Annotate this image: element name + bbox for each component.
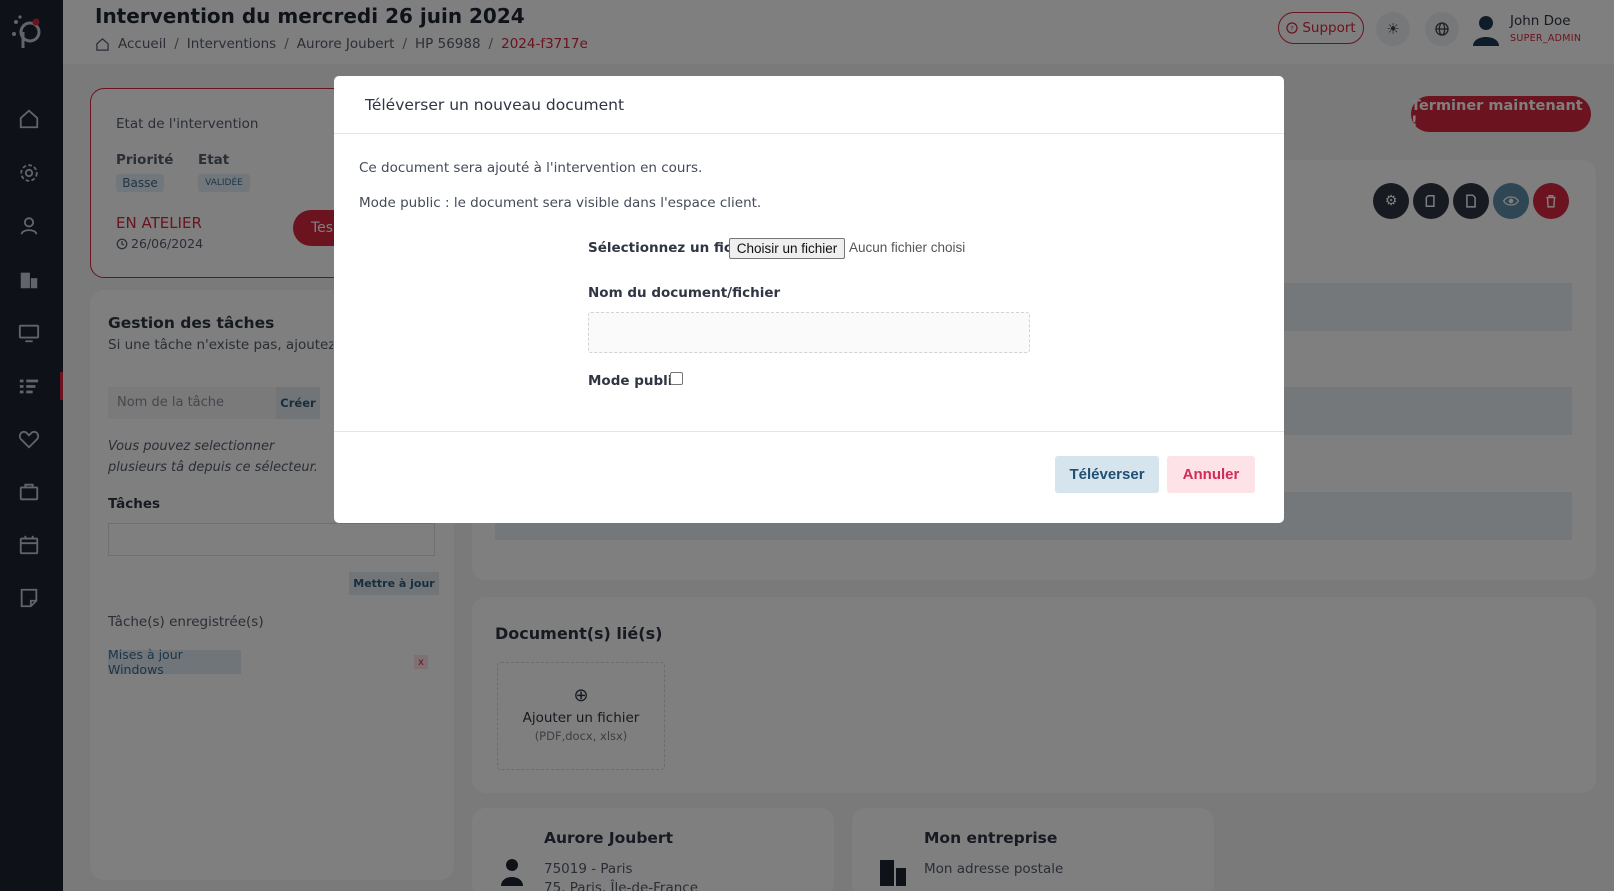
choose-file-button[interactable]: Choisir un fichier xyxy=(729,238,845,259)
no-file-chosen-text: Aucun fichier choisi xyxy=(849,240,966,255)
public-mode-label: Mode public xyxy=(588,373,681,389)
modal-info-text: Ce document sera ajouté à l'intervention… xyxy=(359,160,703,176)
document-name-label: Nom du document/fichier xyxy=(588,285,781,301)
document-name-input[interactable] xyxy=(588,312,1030,353)
upload-button[interactable]: Téléverser xyxy=(1055,456,1159,493)
modal-header: Téléverser un nouveau document xyxy=(334,76,1284,134)
modal-title: Téléverser un nouveau document xyxy=(365,96,625,114)
modal-public-info-text: Mode public : le document sera visible d… xyxy=(359,195,762,211)
public-mode-checkbox[interactable] xyxy=(670,372,683,385)
cancel-button[interactable]: Annuler xyxy=(1167,456,1255,493)
upload-document-modal: Téléverser un nouveau document Ce docume… xyxy=(334,76,1284,523)
modal-footer-divider xyxy=(334,431,1284,432)
